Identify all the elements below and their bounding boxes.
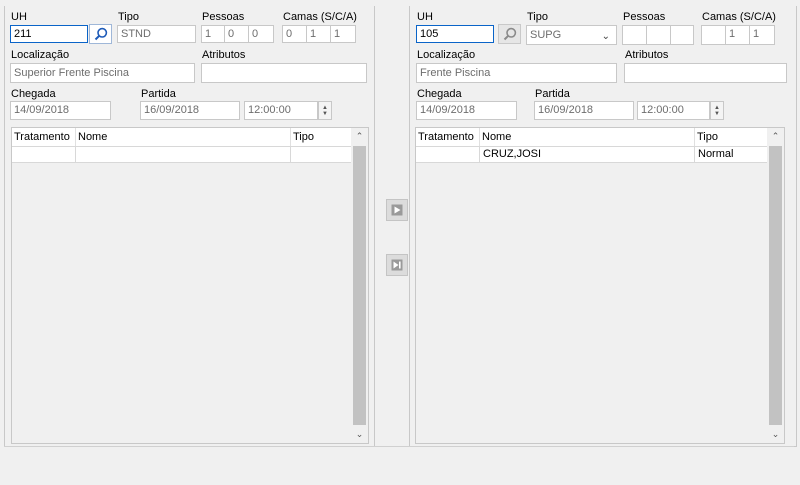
- left-pessoas-label: Pessoas: [202, 11, 245, 23]
- right-col-tipo[interactable]: Tipo: [695, 128, 768, 146]
- right-row-tipo: Normal: [695, 147, 768, 163]
- right-camas-a: 1: [749, 25, 775, 45]
- left-chegada-field: 14/09/2018: [10, 101, 111, 120]
- right-chegada-label: Chegada: [417, 88, 462, 100]
- right-partida-field: 16/09/2018: [534, 101, 634, 120]
- move-one-button[interactable]: [386, 199, 408, 221]
- left-guest-grid[interactable]: Tratamento Nome Tipo ⌃ ⌄: [11, 127, 369, 444]
- chevron-down-icon: ⌄: [601, 31, 610, 42]
- left-partida-field: 16/09/2018: [140, 101, 240, 120]
- left-row-tratamento: [12, 147, 76, 163]
- right-hora-spinner[interactable]: ▲ ▼: [710, 101, 724, 120]
- right-partida-label: Partida: [535, 88, 570, 100]
- bottom-divider: [4, 446, 794, 447]
- right-hora-field: 12:00:00: [637, 101, 710, 120]
- left-localizacao-label: Localização: [11, 49, 70, 61]
- left-pessoas-3: 0: [248, 25, 274, 43]
- left-search-button[interactable]: [89, 24, 112, 44]
- left-grid-header: Tratamento Nome Tipo: [12, 128, 352, 147]
- right-col-tratamento[interactable]: Tratamento: [416, 128, 480, 146]
- right-uh-label: UH: [417, 11, 433, 23]
- left-camas-s: 0: [282, 25, 307, 43]
- left-col-nome[interactable]: Nome: [76, 128, 291, 146]
- left-col-tratamento[interactable]: Tratamento: [12, 128, 76, 146]
- right-tipo-label: Tipo: [527, 11, 548, 23]
- left-camas-c: 1: [306, 25, 331, 43]
- right-camas-s: [701, 25, 726, 45]
- right-grid-scrollbar[interactable]: ⌃ ⌄: [767, 128, 784, 443]
- search-icon: [94, 27, 107, 41]
- right-localizacao-field: Frente Piscina: [416, 63, 617, 83]
- right-guest-grid[interactable]: Tratamento Nome Tipo CRUZ,JOSI Normal ⌃ …: [415, 127, 785, 444]
- right-localizacao-label: Localização: [417, 49, 476, 61]
- spin-down-icon: ▼: [714, 110, 720, 117]
- left-hora-field: 12:00:00: [244, 101, 318, 120]
- left-uh-label: UH: [11, 11, 27, 23]
- right-col-nome[interactable]: Nome: [480, 128, 695, 146]
- right-pessoas-1: [622, 25, 647, 45]
- right-atributos-label: Atributos: [625, 49, 669, 61]
- left-chegada-label: Chegada: [11, 88, 56, 100]
- search-icon: [503, 27, 516, 41]
- left-atributos-field: [201, 63, 367, 83]
- scroll-up-icon[interactable]: ⌃: [351, 128, 368, 145]
- right-grid-header: Tratamento Nome Tipo: [416, 128, 768, 147]
- move-all-button[interactable]: [386, 254, 408, 276]
- right-chegada-field: 14/09/2018: [416, 101, 517, 120]
- table-row[interactable]: CRUZ,JOSI Normal: [416, 147, 768, 163]
- right-atributos-field: [624, 63, 787, 83]
- right-camas-label: Camas (S/C/A): [702, 11, 776, 23]
- left-pessoas-1: 1: [201, 25, 225, 43]
- left-uh-input[interactable]: 211: [10, 25, 88, 43]
- left-atributos-label: Atributos: [202, 49, 246, 61]
- left-row-nome: [76, 147, 291, 163]
- left-partida-label: Partida: [141, 88, 176, 100]
- right-pessoas-2: [646, 25, 671, 45]
- left-grid-scrollbar[interactable]: ⌃ ⌄: [351, 128, 368, 443]
- left-tipo-label: Tipo: [118, 11, 139, 23]
- right-row-tratamento: [416, 147, 480, 163]
- right-camas-c: 1: [725, 25, 750, 45]
- scroll-down-icon[interactable]: ⌄: [767, 426, 784, 443]
- left-camas-a: 1: [330, 25, 356, 43]
- left-scroll-thumb[interactable]: [353, 146, 366, 425]
- left-col-tipo[interactable]: Tipo: [291, 128, 352, 146]
- table-row[interactable]: [12, 147, 352, 163]
- spin-down-icon: ▼: [322, 110, 328, 117]
- scroll-down-icon[interactable]: ⌄: [351, 426, 368, 443]
- left-camas-label: Camas (S/C/A): [283, 11, 357, 23]
- left-tipo-field: STND: [117, 25, 196, 43]
- right-tipo-value: SUPG: [530, 29, 562, 41]
- right-uh-input[interactable]: 105: [416, 25, 494, 43]
- left-row-tipo: [291, 147, 352, 163]
- left-pessoas-2: 0: [224, 25, 249, 43]
- skip-end-icon: [391, 259, 403, 271]
- right-tipo-select[interactable]: SUPG ⌄: [526, 25, 617, 45]
- scroll-up-icon[interactable]: ⌃: [767, 128, 784, 145]
- left-localizacao-field: Superior Frente Piscina: [10, 63, 195, 83]
- play-icon: [391, 204, 403, 216]
- right-scroll-thumb[interactable]: [769, 146, 782, 425]
- right-pessoas-3: [670, 25, 694, 45]
- right-search-button[interactable]: [498, 24, 521, 44]
- right-row-nome: CRUZ,JOSI: [480, 147, 695, 163]
- left-hora-spinner[interactable]: ▲ ▼: [318, 101, 332, 120]
- right-pessoas-label: Pessoas: [623, 11, 666, 23]
